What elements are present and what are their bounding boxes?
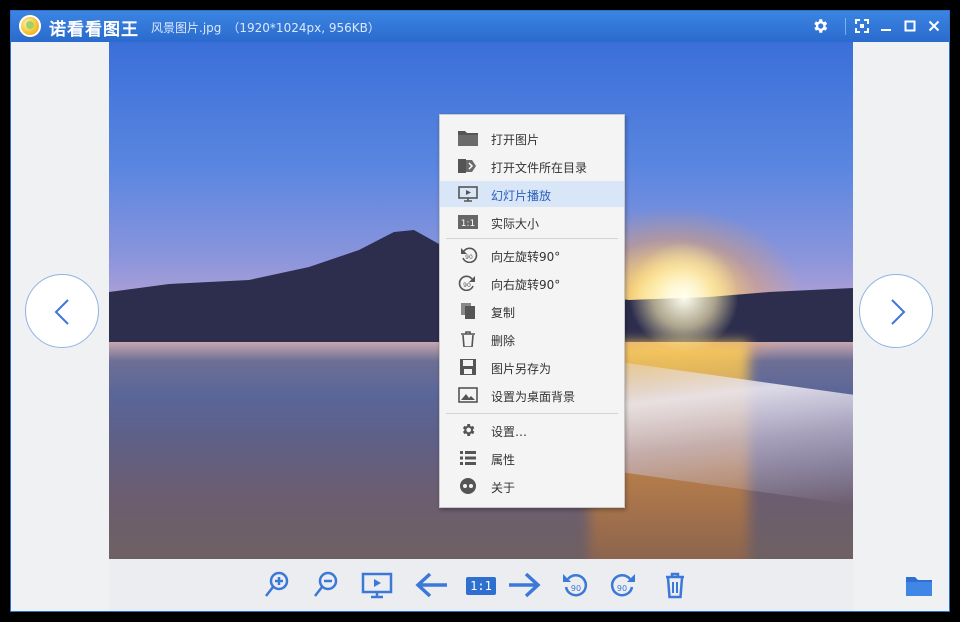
slideshow-button[interactable] (361, 570, 393, 600)
previous-button[interactable] (415, 570, 449, 600)
previous-image-button[interactable] (25, 274, 99, 348)
menu-separator (446, 238, 618, 239)
menu-item-label: 删除 (491, 334, 516, 348)
menu-separator (446, 413, 618, 414)
menu-item-label: 向右旋转90° (491, 278, 561, 292)
actual-size-icon: 1:1 (458, 215, 478, 229)
menu-item-label: 打开图片 (491, 133, 540, 147)
zoom-in-icon (265, 571, 289, 597)
settings-button[interactable] (808, 14, 832, 38)
next-arrow-icon (509, 572, 541, 598)
menu-item-label: 幻灯片播放 (491, 189, 552, 203)
slideshow-icon (361, 572, 393, 599)
wallpaper-icon (458, 387, 478, 403)
fullscreen-button[interactable] (850, 14, 874, 38)
menu-item-set-wallpaper[interactable]: 设置为桌面背景 (440, 382, 624, 408)
rotate-left-badge: 90 (571, 584, 581, 593)
zoom-in-button[interactable] (262, 570, 292, 600)
menu-item-label: 打开文件所在目录 (491, 161, 588, 175)
next-button[interactable] (507, 570, 541, 600)
open-folder-icon (458, 159, 476, 173)
menu-item-settings[interactable]: 设置… (440, 417, 624, 443)
menu-item-open-directory[interactable]: 打开文件所在目录 (440, 153, 624, 179)
menu-item-label: 关于 (491, 481, 516, 495)
rotate-right-icon: 90 (610, 574, 635, 597)
properties-icon (460, 451, 476, 465)
trash-icon (666, 572, 684, 599)
chevron-left-icon (54, 299, 69, 325)
sun (629, 242, 739, 352)
menu-item-save-as[interactable]: 图片另存为 (440, 354, 624, 380)
menu-item-actual-size[interactable]: 1:1 实际大小 (440, 209, 624, 235)
app-title: 诺看看图王 (49, 20, 139, 40)
menu-item-label: 实际大小 (491, 217, 540, 231)
open-folder-button[interactable] (905, 572, 933, 598)
menu-item-label: 属性 (491, 453, 516, 467)
title-bar: 诺看看图王 风景图片.jpg （1920*1024px, 956KB） (11, 11, 949, 42)
menu-item-properties[interactable]: 属性 (440, 445, 624, 471)
menu-item-label: 复制 (491, 306, 516, 320)
minimize-button[interactable] (874, 14, 898, 38)
gear-icon (814, 19, 828, 33)
maximize-button[interactable] (898, 14, 922, 38)
actual-size-badge: 1:1 (461, 219, 475, 229)
menu-item-about[interactable]: 关于 (440, 473, 624, 499)
delete-button[interactable] (660, 570, 690, 600)
file-name: 风景图片.jpg (151, 21, 222, 35)
rotate-left-badge: 90 (465, 254, 473, 261)
close-icon (928, 20, 940, 32)
actual-size-button[interactable]: 1:1 (466, 577, 496, 595)
file-meta: （1920*1024px, 956KB） (227, 21, 380, 35)
folder-icon (458, 131, 478, 146)
save-icon (460, 359, 476, 375)
context-menu: 打开图片 打开文件所在目录 幻灯片播放 1:1 实际大小 90 向左旋转90° … (439, 114, 625, 508)
zoom-out-icon (314, 571, 338, 597)
menu-item-rotate-left[interactable]: 90 向左旋转90° (440, 242, 624, 268)
gear-icon (462, 424, 475, 436)
chevron-right-icon (891, 299, 906, 325)
folder-icon (906, 577, 932, 596)
slideshow-icon (458, 186, 478, 202)
trash-icon (461, 331, 475, 347)
file-info: 风景图片.jpg （1920*1024px, 956KB） (151, 19, 386, 36)
rotate-left-icon: 90 (563, 574, 588, 597)
menu-item-label: 向左旋转90° (491, 250, 561, 264)
close-button[interactable] (922, 14, 946, 38)
menu-item-label: 图片另存为 (491, 362, 552, 376)
menu-item-label: 设置… (491, 425, 528, 439)
fullscreen-icon (855, 19, 869, 33)
about-icon (460, 478, 476, 494)
menu-item-open-image[interactable]: 打开图片 (440, 125, 624, 151)
copy-icon (461, 303, 475, 319)
title-separator (845, 18, 846, 35)
menu-item-delete[interactable]: 删除 (440, 326, 624, 352)
rotate-right-badge: 90 (617, 584, 627, 593)
menu-item-label: 设置为桌面背景 (491, 390, 576, 404)
rotate-right-icon: 90 (458, 275, 475, 291)
prev-arrow-icon (415, 572, 447, 598)
zoom-out-button[interactable] (311, 570, 341, 600)
menu-item-rotate-right[interactable]: 90 向右旋转90° (440, 270, 624, 296)
maximize-icon (904, 20, 916, 32)
rotate-right-badge: 90 (463, 282, 471, 289)
rotate-left-button[interactable]: 90 (560, 570, 590, 600)
minimize-icon (881, 29, 891, 31)
app-logo-icon (19, 15, 41, 37)
next-image-button[interactable] (859, 274, 933, 348)
menu-item-copy[interactable]: 复制 (440, 298, 624, 324)
rotate-right-button[interactable]: 90 (608, 570, 638, 600)
menu-item-slideshow[interactable]: 幻灯片播放 (440, 181, 624, 207)
viewer-window: 诺看看图王 风景图片.jpg （1920*1024px, 956KB） 1:1 … (10, 10, 950, 612)
rotate-left-icon: 90 (461, 247, 478, 263)
